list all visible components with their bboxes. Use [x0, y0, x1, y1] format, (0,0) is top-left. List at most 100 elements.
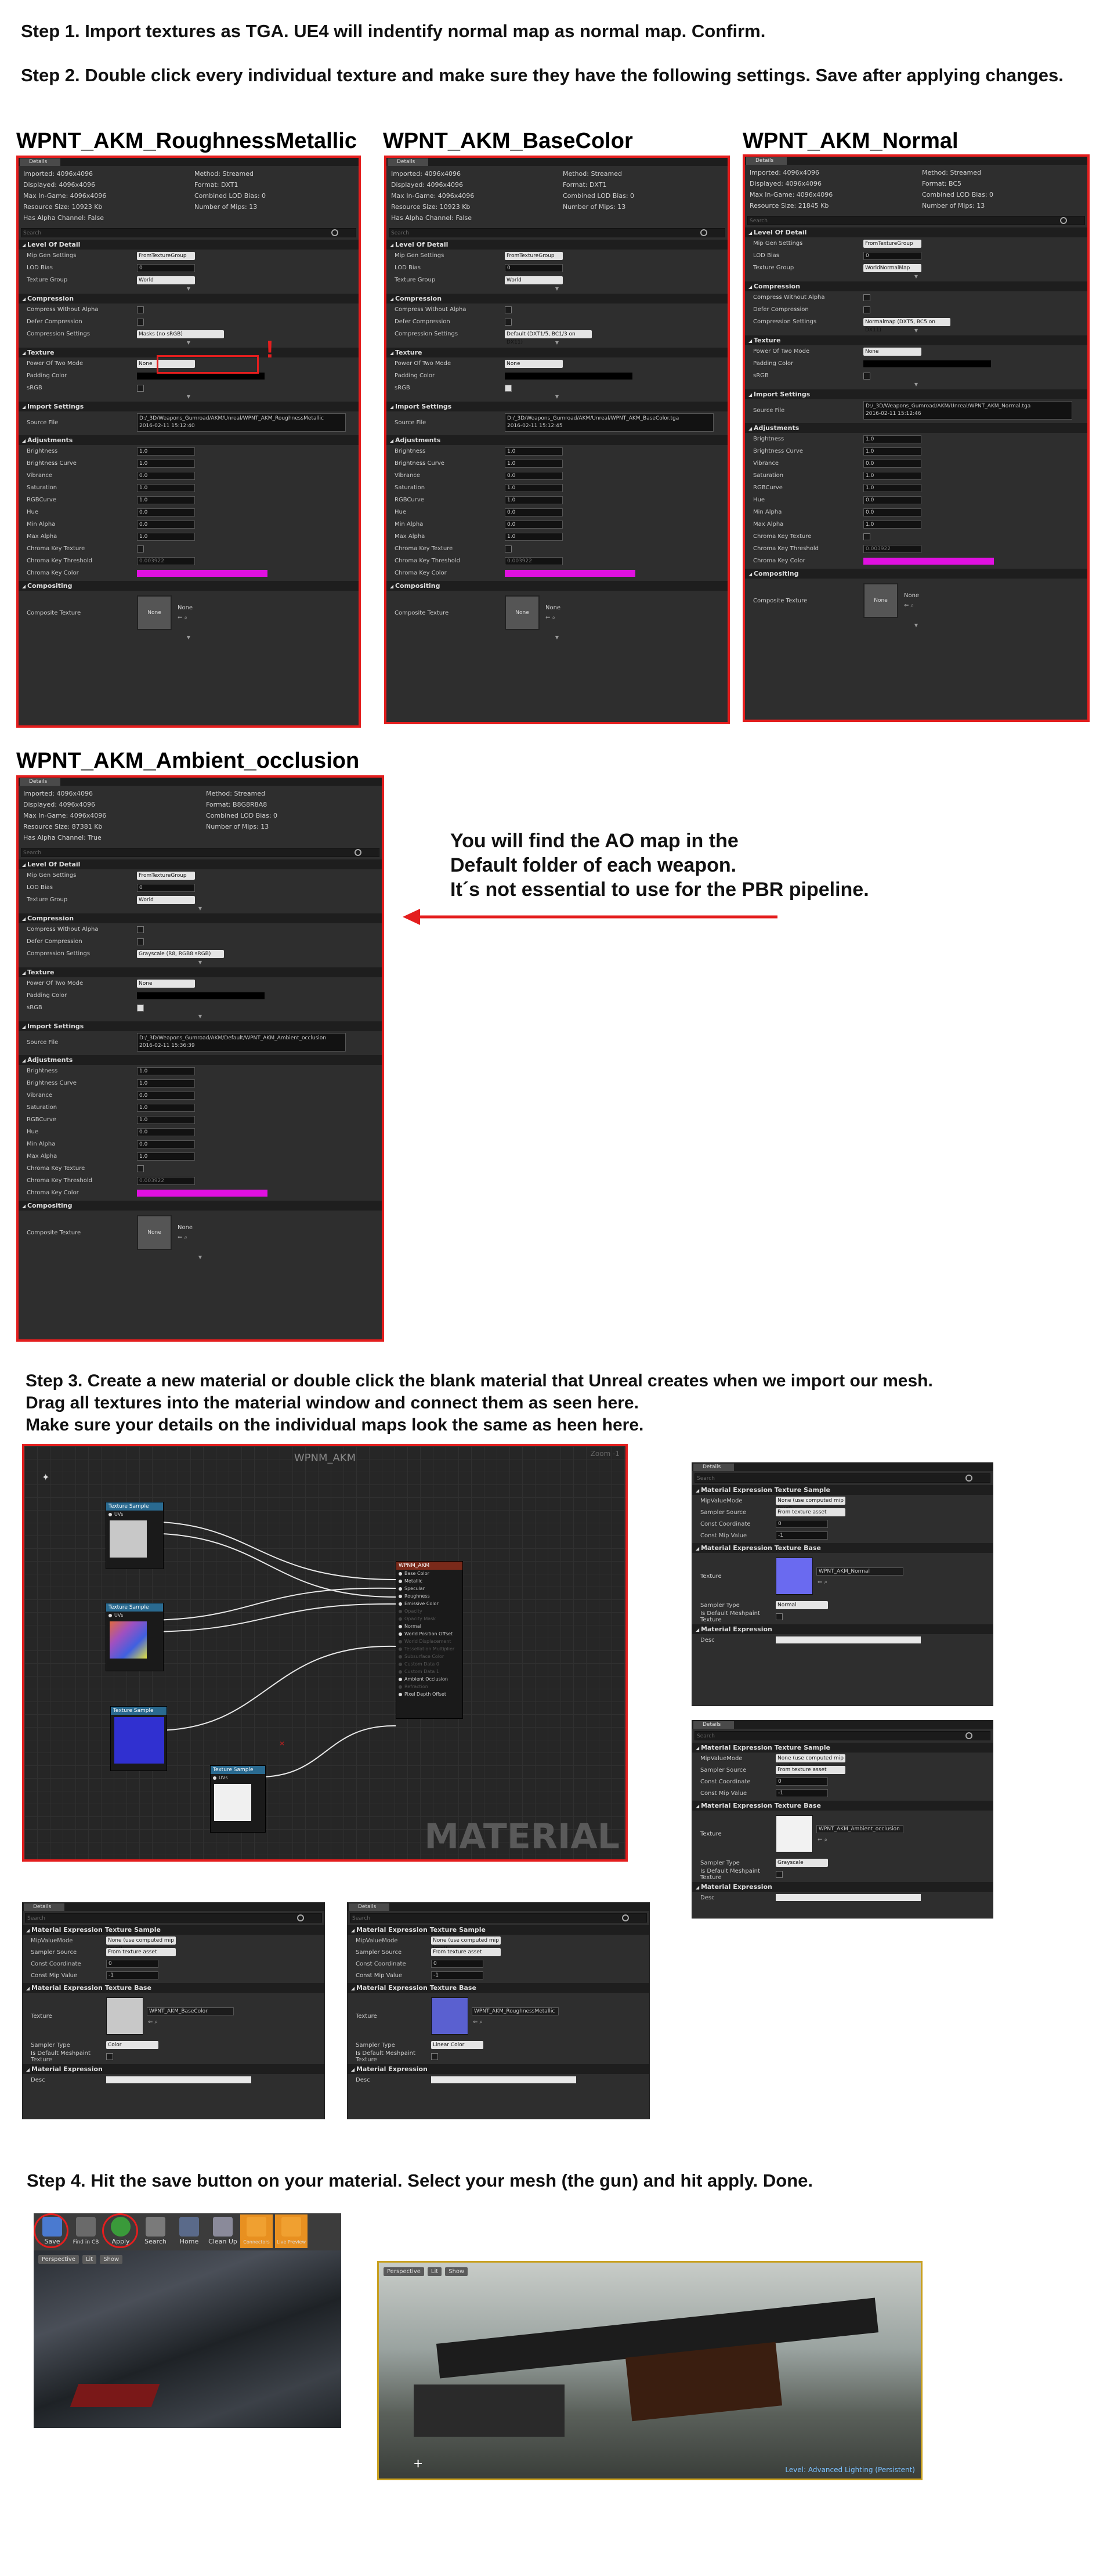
material-pin[interactable]: Opacity [396, 1607, 462, 1615]
composite-thumb[interactable]: None [137, 1215, 172, 1250]
expand-arrow-icon[interactable]: ▼ [386, 286, 728, 292]
property-checkbox[interactable] [137, 318, 144, 326]
material-pin[interactable]: Custom Data 1 [396, 1668, 462, 1675]
property-checkbox[interactable] [505, 306, 512, 313]
property-checkbox[interactable] [137, 384, 144, 392]
property-dropdown[interactable]: FromTextureGroup [505, 251, 563, 260]
category-adjustments[interactable]: Adjustments [19, 435, 359, 445]
property-checkbox[interactable] [106, 2053, 113, 2060]
category-compression[interactable]: Compression [745, 281, 1087, 291]
category-lod[interactable]: Level Of Detail [386, 240, 728, 250]
composite-thumb[interactable]: None [137, 595, 172, 630]
texture-sample-node-3[interactable]: Texture Sample [110, 1706, 167, 1771]
expand-arrow-icon[interactable]: ▼ [745, 328, 1087, 334]
expand-arrow-icon[interactable]: ▼ [386, 340, 728, 346]
sampler-type-dropdown[interactable]: Linear Color [431, 2041, 483, 2049]
material-pin[interactable]: Refraction [396, 1683, 462, 1690]
expand-arrow-icon[interactable]: ▼ [19, 340, 359, 346]
property-value[interactable]: 1.0 [505, 496, 563, 504]
property-value[interactable]: 0 [106, 1960, 158, 1968]
details-tab[interactable]: Details [692, 1721, 993, 1729]
browse-arrow-icon[interactable]: ⇐ ⌕ [178, 615, 193, 621]
material-pin[interactable]: Ambient Occlusion [396, 1675, 462, 1683]
live-preview-button[interactable]: Live Preview [275, 2214, 308, 2248]
property-checkbox[interactable] [431, 2053, 438, 2060]
browse-arrow-icon[interactable]: ⇐ ⌕ [818, 1837, 903, 1843]
texture-thumb[interactable] [431, 1997, 468, 2035]
search-input[interactable]: Search [695, 1731, 990, 1740]
category-texture-sample[interactable]: Material Expression Texture Sample [692, 1743, 993, 1753]
texture-name[interactable]: WPNT_AKM_Ambient_occlusion [816, 1824, 903, 1833]
property-checkbox[interactable] [776, 1871, 783, 1878]
material-pin[interactable]: Normal [396, 1623, 462, 1630]
property-dropdown[interactable]: None [137, 979, 195, 988]
expand-arrow-icon[interactable]: ▼ [19, 635, 359, 641]
desc-input[interactable] [776, 1636, 921, 1643]
expand-arrow-icon[interactable]: ▼ [745, 623, 1087, 628]
property-dropdown[interactable]: WorldNormalMap [863, 263, 921, 272]
search-input[interactable]: Search [389, 228, 725, 237]
chroma-color-swatch[interactable] [137, 569, 267, 577]
desc-input[interactable] [431, 2076, 576, 2083]
home-button[interactable]: Home [173, 2214, 205, 2248]
expand-arrow-icon[interactable]: ▼ [745, 382, 1087, 388]
expand-arrow-icon[interactable]: ▼ [745, 274, 1087, 280]
compression-dropdown[interactable]: Masks (no sRGB) [137, 330, 224, 338]
material-pin[interactable]: Roughness [396, 1592, 462, 1600]
property-value[interactable]: 0 [776, 1777, 828, 1786]
material-result-node[interactable]: WPNM_AKM Base Color Metallic Specular Rough… [396, 1561, 463, 1719]
material-graph[interactable]: WPNM_AKM Zoom -1 MATERIAL ✦ Texture Samp… [22, 1444, 628, 1862]
category-import[interactable]: Import Settings [19, 402, 359, 411]
material-pin[interactable]: Metallic [396, 1577, 462, 1585]
property-dropdown[interactable]: FromTextureGroup [137, 871, 195, 880]
property-checkbox[interactable] [137, 306, 144, 313]
search-input[interactable]: Search [25, 1913, 322, 1923]
property-checkbox[interactable] [137, 1165, 144, 1172]
property-value[interactable]: 1.0 [505, 459, 563, 468]
property-dropdown[interactable]: None [863, 347, 921, 356]
property-value[interactable]: 0.003922 [137, 557, 195, 565]
property-value[interactable]: 1.0 [505, 447, 563, 456]
material-pin[interactable]: Base Color [396, 1570, 462, 1577]
property-value[interactable]: 0.003922 [863, 544, 921, 553]
property-value[interactable]: 1.0 [863, 520, 921, 529]
details-tab[interactable]: Details [386, 158, 728, 166]
property-dropdown[interactable]: None [178, 605, 193, 611]
browse-arrow-icon[interactable]: ⇐ ⌕ [545, 615, 560, 621]
property-checkbox[interactable] [505, 545, 512, 552]
desc-input[interactable] [776, 1894, 921, 1901]
browse-arrow-icon[interactable]: ⇐ ⌕ [473, 2019, 559, 2025]
property-value[interactable]: -1 [776, 1789, 828, 1797]
texture-name[interactable]: WPNT_AKM_Normal [816, 1567, 903, 1576]
sampler-type-dropdown[interactable]: Color [106, 2041, 158, 2049]
property-value[interactable]: 1.0 [863, 447, 921, 456]
material-pin[interactable]: Specular [396, 1585, 462, 1592]
source-file-path[interactable]: D:/_3D/Weapons_Gumroad/AKM/Unreal/WPNT_A… [863, 401, 1072, 420]
connectors-button[interactable]: Connectors [240, 2214, 273, 2248]
property-dropdown[interactable]: None (use computed mip level) [106, 1936, 176, 1952]
property-value[interactable]: 1.0 [505, 483, 563, 492]
padding-color-swatch[interactable] [863, 360, 991, 367]
source-file-path[interactable]: D:/_3D/Weapons_Gumroad/AKM/Unreal/WPNT_A… [505, 413, 714, 432]
property-value[interactable]: 0.0 [137, 508, 195, 516]
search-button[interactable]: Search [139, 2214, 172, 2248]
sampler-type-dropdown[interactable]: Grayscale [776, 1859, 828, 1867]
category-texture[interactable]: Texture [19, 967, 382, 977]
show-button[interactable]: Show [100, 2255, 123, 2264]
category-texture[interactable]: Texture [386, 348, 728, 357]
texture-sample-node-4[interactable]: Texture Sample UVs [210, 1765, 266, 1833]
category-texture-sample[interactable]: Material Expression Texture Sample [692, 1485, 993, 1495]
property-value[interactable]: 1.0 [137, 1079, 195, 1088]
expand-arrow-icon[interactable]: ▼ [386, 635, 728, 641]
property-value[interactable]: 1.0 [863, 471, 921, 480]
property-value[interactable]: 0.0 [505, 520, 563, 529]
material-pin[interactable]: Tessellation Multiplier [396, 1645, 462, 1653]
property-value[interactable]: 1.0 [137, 1067, 195, 1075]
property-dropdown[interactable]: World [137, 895, 195, 904]
category-material-expression[interactable]: Material Expression [348, 2064, 649, 2074]
search-input[interactable]: Search [747, 216, 1085, 225]
category-texture-sample[interactable]: Material Expression Texture Sample [23, 1925, 324, 1935]
property-checkbox[interactable] [863, 306, 870, 313]
details-tab[interactable]: Details [692, 1463, 993, 1471]
material-pin[interactable]: Custom Data 0 [396, 1660, 462, 1668]
